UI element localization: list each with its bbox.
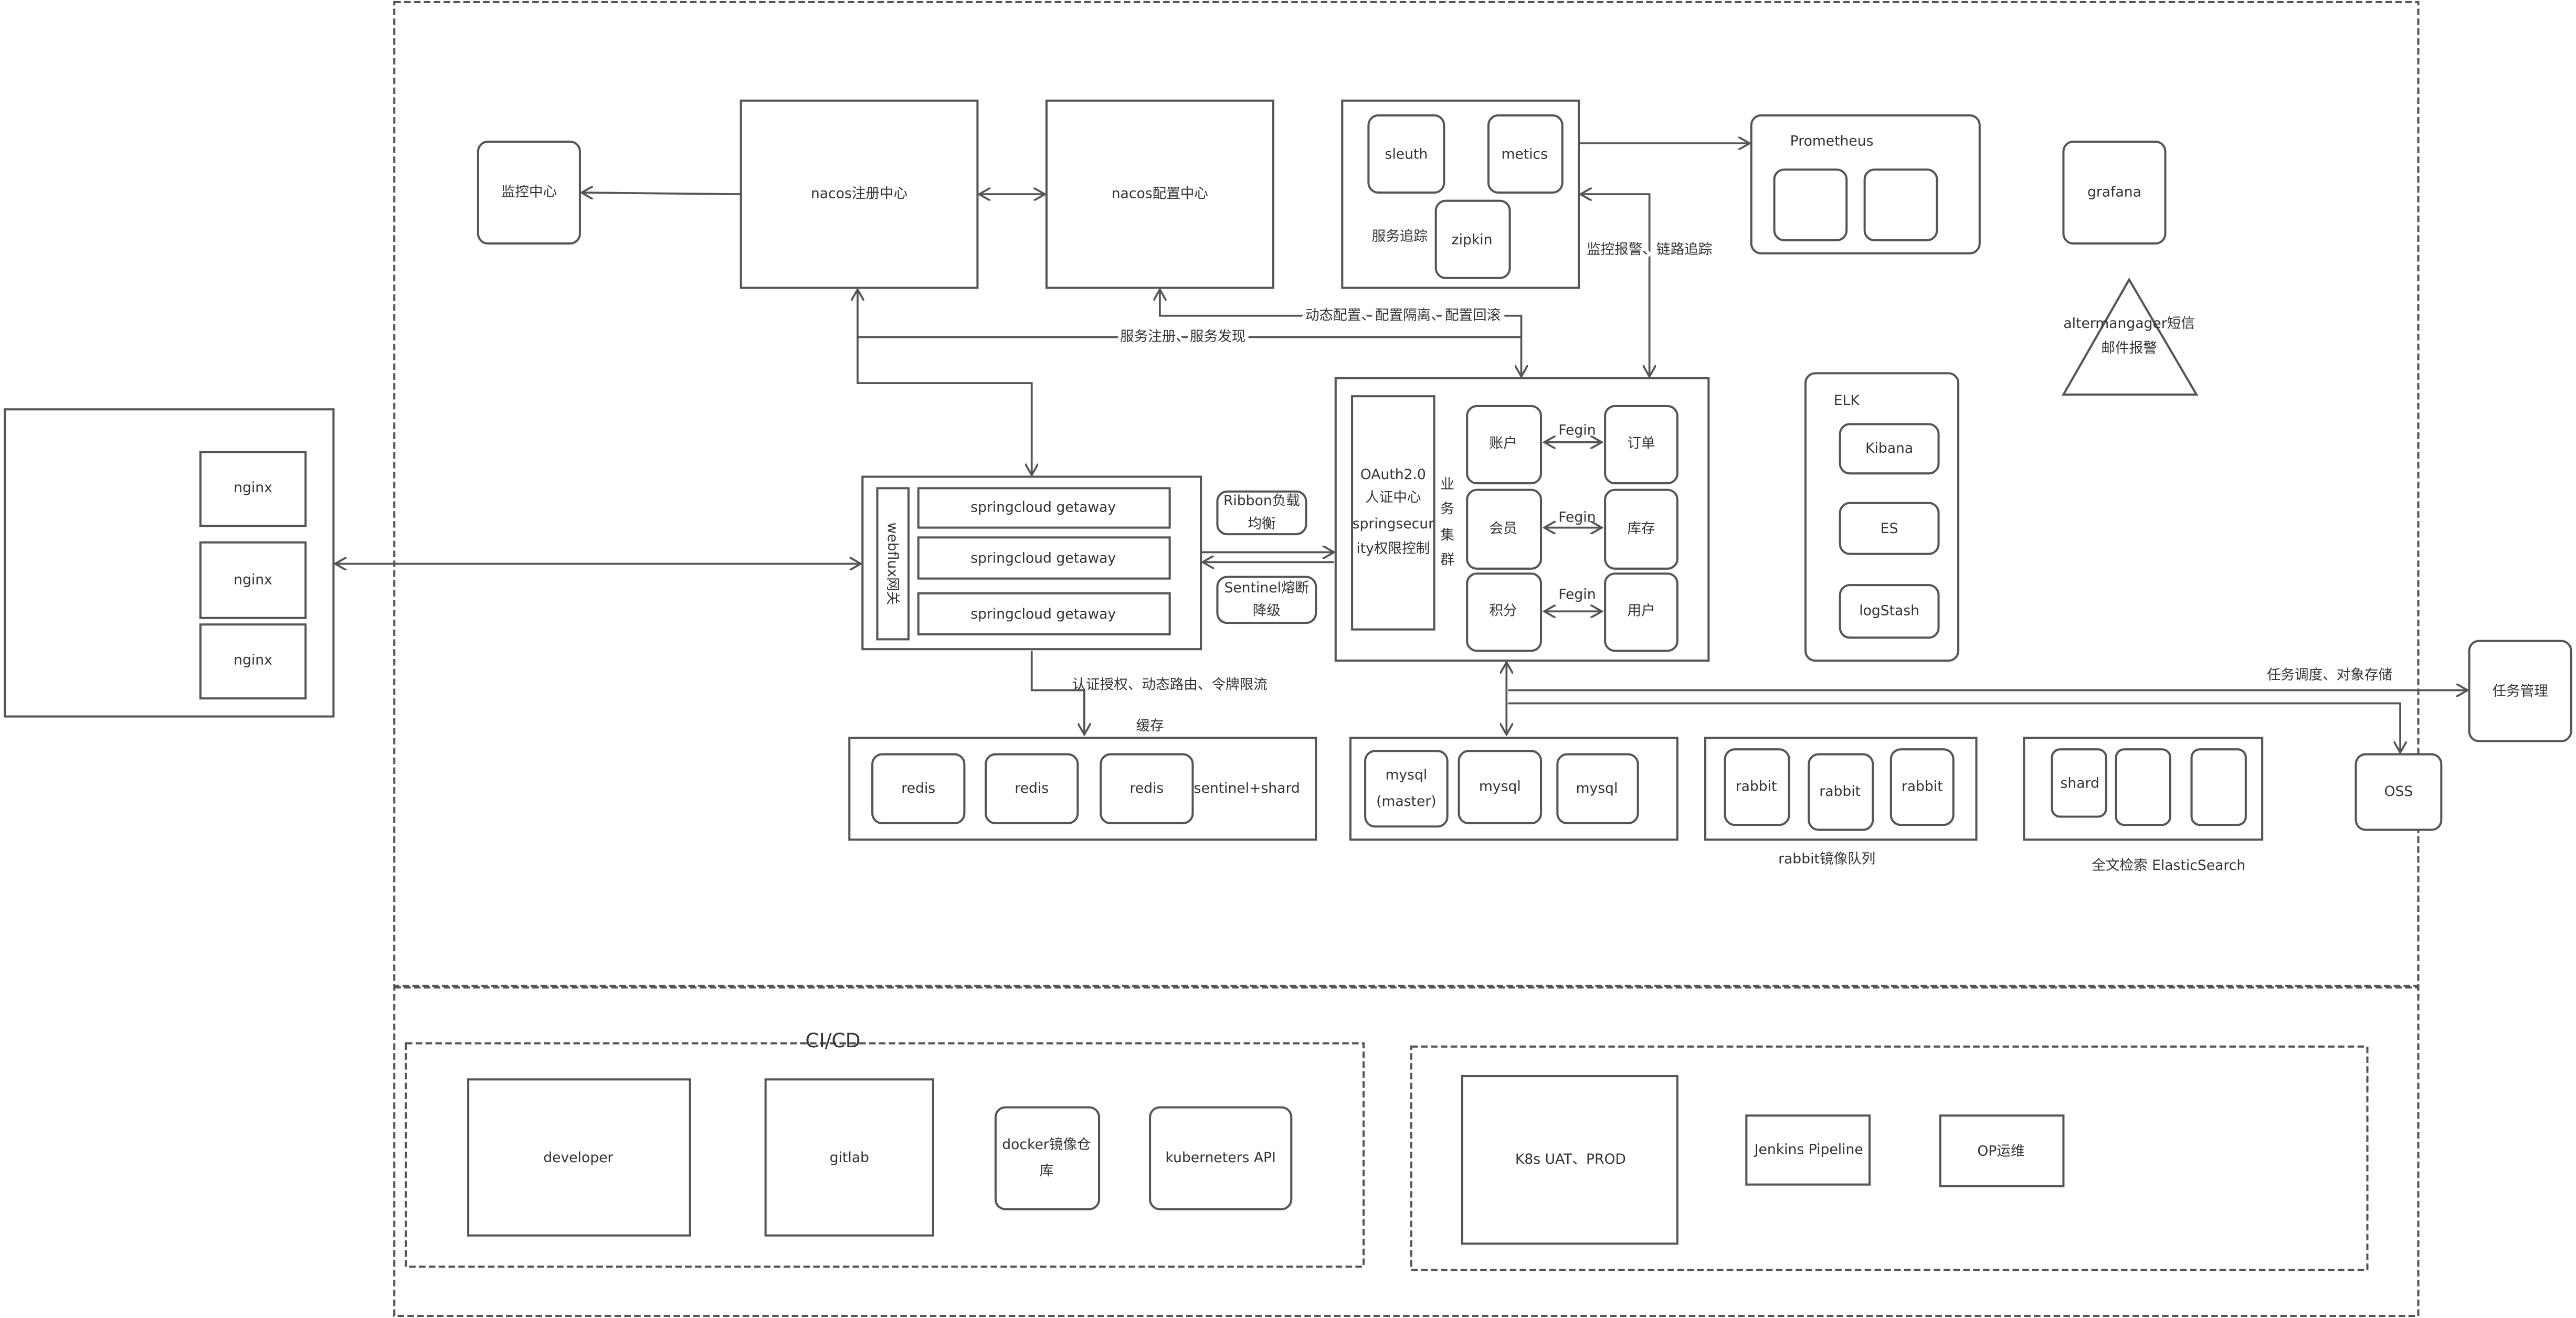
k8s-api-label: kuberneters API bbox=[1165, 1150, 1275, 1166]
cluster-label: 业 bbox=[1440, 476, 1454, 493]
elk-title: ELK bbox=[1834, 392, 1860, 409]
grafana-label: grafana bbox=[2087, 184, 2141, 200]
redis-label: redis bbox=[1015, 780, 1049, 796]
k8s-label: K8s UAT、PROD bbox=[1515, 1151, 1626, 1167]
docker-label: 库 bbox=[1040, 1163, 1054, 1179]
task-label: 任务管理 bbox=[2492, 683, 2548, 699]
jenkins-label: Jenkins Pipeline bbox=[1754, 1141, 1863, 1157]
service-label: 积分 bbox=[1489, 603, 1517, 619]
es-cluster: shard 全文检索 ElasticSearch bbox=[2023, 737, 2264, 874]
logstash-label: logStash bbox=[1859, 603, 1919, 619]
monitor-alert-arrow bbox=[1580, 194, 1649, 376]
cluster-label: 群 bbox=[1440, 552, 1454, 568]
rabbit-cluster-label: rabbit镜像队列 bbox=[1778, 851, 1875, 867]
business-cluster: OAuth2.0 人证中心 springsecur ity权限控制 业 务 集 … bbox=[1334, 377, 1710, 662]
oauth-label: ity权限控制 bbox=[1356, 540, 1430, 557]
ribbon-label: Ribbon负载 bbox=[1223, 493, 1300, 509]
prometheus: Prometheus bbox=[1750, 114, 1981, 254]
fegin-label: Fegin bbox=[1558, 586, 1596, 602]
rabbit-cluster: rabbit rabbit rabbit rabbit镜像队列 bbox=[1704, 737, 1978, 867]
ops-group: K8s UAT、PROD Jenkins Pipeline OP运维 bbox=[1410, 1045, 2369, 1271]
monitor-alert-label: 监控报警、链路追踪 bbox=[1587, 241, 1712, 258]
service-label: 库存 bbox=[1627, 520, 1655, 537]
nginx-label: nginx bbox=[234, 480, 272, 496]
service-label: 用户 bbox=[1627, 603, 1655, 619]
gateway-node-label: springcloud getaway bbox=[970, 499, 1116, 516]
nacos-config-label: nacos配置中心 bbox=[1112, 186, 1208, 202]
metics-label: metics bbox=[1501, 146, 1548, 163]
registry-label: 服务注册、服务发现 bbox=[1120, 328, 1245, 345]
zipkin-label: zipkin bbox=[1452, 231, 1493, 248]
registry-monitor-arrow bbox=[582, 193, 741, 194]
elk: ELK Kibana ES logStash bbox=[1804, 372, 1960, 662]
monitor-label: 监控中心 bbox=[501, 184, 557, 200]
alert-label: altermangager短信 bbox=[2063, 315, 2195, 332]
service-label: 订单 bbox=[1627, 435, 1655, 451]
mysql-cluster: mysql (master) mysql mysql bbox=[1349, 737, 1678, 841]
service-label: 会员 bbox=[1489, 520, 1517, 537]
sleuth-label: sleuth bbox=[1385, 146, 1428, 163]
oss-label: OSS bbox=[2384, 783, 2413, 800]
alertmanager-triangle bbox=[2061, 277, 2199, 396]
oauth-label: 人证中心 bbox=[1365, 490, 1421, 506]
cluster-label: 集 bbox=[1440, 527, 1454, 544]
task-oss-label: 任务调度、对象存储 bbox=[2267, 667, 2392, 683]
nginx-label: nginx bbox=[234, 571, 272, 588]
dynamic-config-label: 动态配置、配置隔离、配置回滚 bbox=[1305, 307, 1501, 323]
gateway-node-label: springcloud getaway bbox=[970, 606, 1116, 622]
auth-route-label: 认证授权、动态路由、令牌限流 bbox=[1072, 677, 1267, 693]
nginx-cluster: nginx nginx nginx bbox=[4, 408, 335, 718]
sentinel-label: 降级 bbox=[1253, 603, 1281, 619]
webflux-label: webflux网关 bbox=[884, 523, 901, 605]
tracing-group: sleuth metics zipkin 服务追踪 bbox=[1341, 99, 1580, 289]
mysql-master-label: mysql bbox=[1385, 767, 1427, 783]
gitlab-label: gitlab bbox=[830, 1150, 869, 1166]
redis-label: redis bbox=[1129, 780, 1164, 796]
oauth-label: springsecur bbox=[1353, 516, 1434, 532]
architecture-diagram: nginx nginx nginx 监控中心 nacos注册中心 nacos配置… bbox=[4, 1, 2572, 1317]
registry-gateway-arrow bbox=[857, 337, 1032, 475]
gateway-cluster: webflux网关 springcloud getaway springclou… bbox=[861, 475, 1202, 651]
service-label: 账户 bbox=[1489, 435, 1517, 451]
redis-cluster-label: sentinel+shard bbox=[1194, 780, 1300, 796]
cicd-group: CI/CD developer gitlab docker镜像仓 库 kuber… bbox=[405, 1029, 1365, 1268]
mysql-label: mysql bbox=[1479, 779, 1521, 795]
rabbit-label: rabbit bbox=[1736, 779, 1777, 795]
gateway-node-label: springcloud getaway bbox=[970, 550, 1116, 567]
cluster-label: 务 bbox=[1440, 501, 1454, 517]
alert-label: 邮件报警 bbox=[2101, 340, 2157, 356]
nginx-label: nginx bbox=[234, 652, 272, 668]
rabbit-label: rabbit bbox=[1819, 783, 1861, 800]
oauth-label: OAuth2.0 bbox=[1360, 466, 1426, 483]
developer-label: developer bbox=[543, 1150, 613, 1166]
cicd-title: CI/CD bbox=[805, 1029, 860, 1052]
redis-cluster: redis redis redis sentinel+shard bbox=[848, 737, 1317, 841]
shard-label: shard bbox=[2061, 775, 2099, 791]
oss-arrow bbox=[1508, 702, 2400, 753]
mysql-label: mysql bbox=[1576, 780, 1618, 796]
kibana-label: Kibana bbox=[1865, 440, 1913, 456]
es-label: ES bbox=[1881, 520, 1898, 537]
mysql-master-label: (master) bbox=[1376, 793, 1437, 810]
sentinel-label: Sentinel熔断 bbox=[1224, 580, 1309, 596]
es-cluster-label: 全文检索 ElasticSearch bbox=[2092, 857, 2245, 874]
prometheus-label: Prometheus bbox=[1790, 133, 1874, 150]
fegin-label: Fegin bbox=[1558, 422, 1596, 438]
cache-label: 缓存 bbox=[1136, 718, 1164, 734]
tracing-label: 服务追踪 bbox=[1372, 228, 1428, 245]
ribbon-label: 均衡 bbox=[1248, 516, 1275, 532]
redis-label: redis bbox=[901, 780, 935, 796]
rabbit-label: rabbit bbox=[1902, 779, 1943, 795]
nacos-registry-label: nacos注册中心 bbox=[811, 186, 907, 202]
op-label: OP运维 bbox=[1977, 1143, 2024, 1160]
docker-label: docker镜像仓 bbox=[1002, 1136, 1091, 1153]
fegin-label: Fegin bbox=[1558, 509, 1596, 525]
